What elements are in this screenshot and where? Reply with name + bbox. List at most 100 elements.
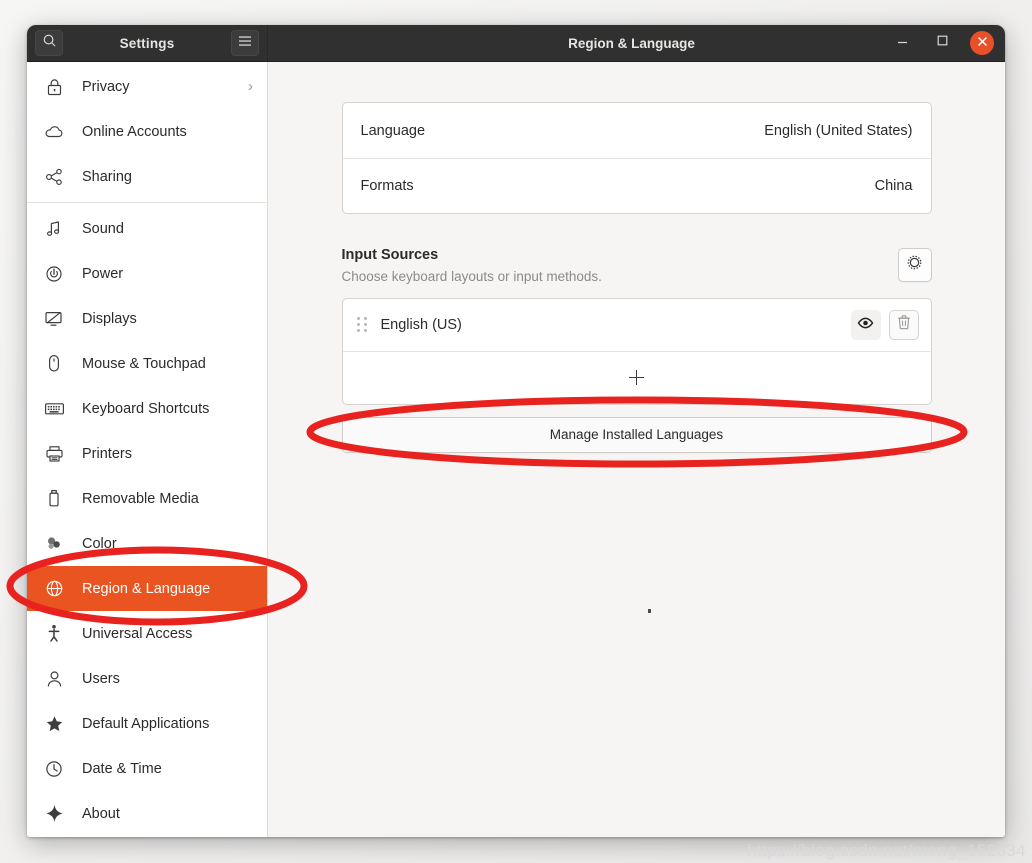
add-input-source-button[interactable] (342, 350, 931, 404)
trash-icon (897, 314, 911, 335)
content-area: Language English (United States) Formats… (268, 62, 1005, 837)
sidebar-item-color[interactable]: Color (27, 521, 267, 566)
sidebar-item-sound[interactable]: Sound (27, 206, 267, 251)
sidebar-item-label: Displays (82, 310, 137, 327)
sidebar-item-date-time[interactable]: Date & Time (27, 746, 267, 791)
menu-button[interactable] (231, 30, 259, 56)
input-sources-card: English (US) (341, 297, 932, 405)
formats-value: China (874, 178, 913, 194)
search-button[interactable] (35, 30, 63, 56)
input-source-actions (850, 309, 919, 340)
sidebar-item-displays[interactable]: Displays (27, 296, 267, 341)
screen: Settings Region & Language Privacy › Onl… (0, 0, 1032, 863)
maximize-button[interactable] (929, 30, 955, 56)
sidebar-item-label: Online Accounts (82, 123, 187, 140)
display-icon (43, 308, 65, 330)
input-sources-title: Input Sources (341, 247, 439, 263)
gear-icon (906, 254, 923, 276)
music-note-icon (43, 218, 65, 240)
title-bar: Settings Region & Language (27, 25, 1005, 62)
sidebar-item-about[interactable]: About (27, 791, 267, 836)
formats-row[interactable]: Formats China (342, 158, 931, 213)
sidebar-item-label: Region & Language (82, 580, 211, 597)
maximize-icon (936, 34, 949, 52)
sidebar-item-privacy[interactable]: Privacy › (27, 64, 267, 109)
sidebar-item-label: Date & Time (82, 760, 162, 777)
sidebar-item-power[interactable]: Power (27, 251, 267, 296)
sidebar-item-sharing[interactable]: Sharing (27, 154, 267, 199)
plus-icon (629, 370, 644, 386)
input-sources-subtitle: Choose keyboard layouts or input methods… (341, 268, 602, 284)
manage-installed-languages-button[interactable]: Manage Installed Languages (341, 416, 932, 453)
close-icon (977, 34, 988, 52)
search-icon (42, 33, 57, 53)
color-icon (43, 533, 65, 555)
cursor-artifact (648, 609, 651, 613)
hamburger-menu-icon (238, 34, 252, 52)
sidebar-item-mouse-touchpad[interactable]: Mouse & Touchpad (27, 341, 267, 386)
content-inner: Language English (United States) Formats… (341, 62, 932, 453)
sidebar: Privacy › Online Accounts Sharing Sound … (27, 62, 268, 837)
sidebar-item-label: Users (82, 670, 120, 687)
page-title: Region & Language (568, 35, 695, 51)
minimize-button[interactable] (889, 30, 915, 56)
sidebar-item-online-accounts[interactable]: Online Accounts (27, 109, 267, 154)
remove-input-source-button[interactable] (888, 309, 919, 340)
sidebar-item-label: Privacy (82, 78, 130, 95)
sidebar-item-region-language[interactable]: Region & Language (27, 566, 267, 611)
language-row[interactable]: Language English (United States) (343, 103, 931, 158)
mouse-icon (43, 353, 65, 375)
input-sources-header: Input Sources Choose keyboard layouts or… (342, 246, 932, 284)
user-icon (43, 668, 65, 690)
sidebar-item-default-applications[interactable]: Default Applications (27, 701, 267, 746)
input-sources-text: Input Sources Choose keyboard layouts or… (342, 246, 898, 284)
language-label: Language (360, 122, 426, 139)
title-bar-left: Settings (27, 25, 268, 61)
sidebar-item-label: Color (82, 535, 117, 552)
sidebar-item-keyboard-shortcuts[interactable]: Keyboard Shortcuts (27, 386, 267, 431)
printer-icon (43, 443, 65, 465)
app-title: Settings (119, 35, 175, 51)
preview-layout-button[interactable] (850, 309, 881, 340)
sidebar-item-users[interactable]: Users (27, 656, 267, 701)
formats-label: Formats (360, 178, 414, 194)
keyboard-icon (43, 398, 65, 420)
drag-handle-icon[interactable] (356, 316, 369, 334)
minimize-icon (896, 34, 909, 52)
sidebar-item-label: About (82, 805, 120, 822)
sidebar-item-label: Power (82, 265, 124, 282)
sidebar-item-label: Sound (82, 220, 124, 237)
sidebar-item-label: Default Applications (82, 715, 210, 732)
sidebar-item-universal-access[interactable]: Universal Access (27, 611, 267, 656)
clock-icon (43, 758, 65, 780)
accessibility-icon (43, 623, 65, 645)
sidebar-item-printers[interactable]: Printers (27, 431, 267, 476)
sidebar-item-label: Universal Access (82, 625, 193, 642)
chevron-right-icon: › (248, 78, 253, 95)
region-card: Language English (United States) Formats… (341, 102, 932, 214)
input-source-row[interactable]: English (US) (343, 299, 931, 351)
language-value: English (United States) (764, 122, 913, 139)
usb-drive-icon (43, 488, 65, 510)
sidebar-item-label: Printers (82, 445, 132, 462)
watermark: https://blog.csdn.net/meng_152634 (747, 841, 1026, 860)
sidebar-item-label: Keyboard Shortcuts (82, 400, 210, 417)
input-source-name: English (US) (380, 316, 462, 333)
power-icon (43, 263, 65, 285)
close-button[interactable] (969, 30, 995, 56)
input-sources-settings-button[interactable] (897, 248, 932, 282)
sidebar-item-label: Mouse & Touchpad (82, 355, 206, 372)
sidebar-item-label: Sharing (82, 168, 132, 185)
sidebar-item-label: Removable Media (82, 490, 199, 507)
close-button-circle (970, 31, 994, 55)
cloud-icon (43, 121, 65, 143)
window-body: Privacy › Online Accounts Sharing Sound … (27, 62, 1005, 837)
star-icon (43, 713, 65, 735)
sidebar-separator (27, 202, 267, 203)
share-icon (43, 166, 65, 188)
settings-window: Settings Region & Language Privacy › Onl… (27, 25, 1005, 837)
sidebar-item-removable-media[interactable]: Removable Media (27, 476, 267, 521)
eye-icon (857, 316, 874, 334)
title-bar-right: Region & Language (268, 25, 1005, 61)
sparkle-icon (43, 803, 65, 825)
